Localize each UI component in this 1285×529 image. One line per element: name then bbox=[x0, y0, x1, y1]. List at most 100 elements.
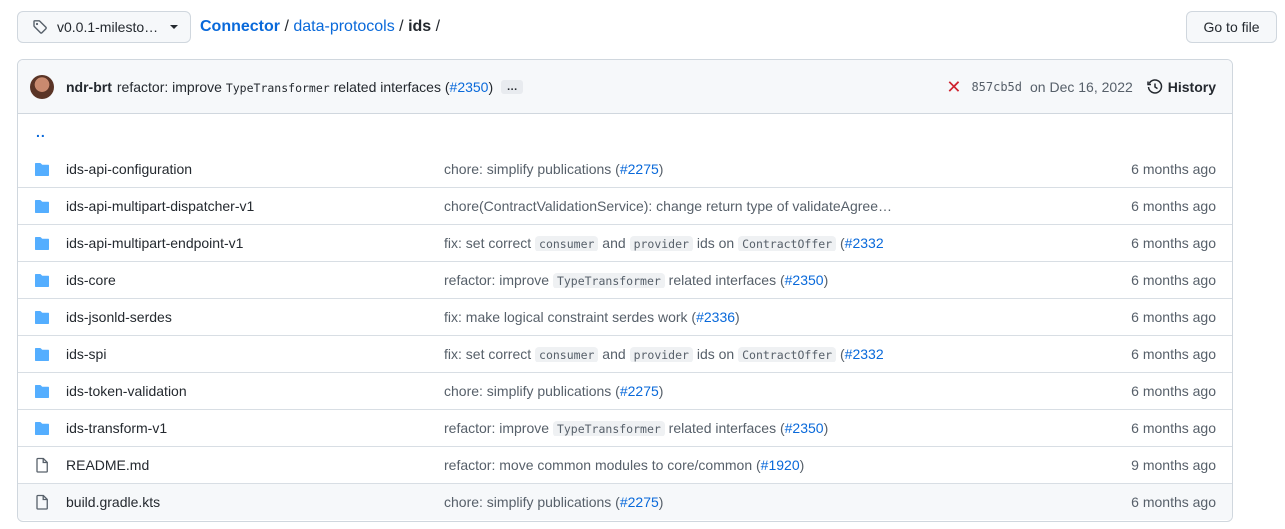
file-commit-age[interactable]: 6 months ago bbox=[1131, 420, 1216, 436]
breadcrumb-folder-link[interactable]: data-protocols bbox=[293, 18, 394, 36]
commit-message-text: chore: simplify publications ( bbox=[444, 383, 620, 399]
commit-author-link[interactable]: ndr-brt bbox=[66, 79, 112, 95]
commit-message-code: consumer bbox=[535, 236, 599, 251]
file-commit-message[interactable]: fix: set correct consumer and provider i… bbox=[444, 235, 904, 251]
commit-message-text: ) bbox=[658, 160, 664, 177]
commit-message-text: ( bbox=[836, 235, 845, 251]
file-commit-message[interactable]: refactor: move common modules to core/co… bbox=[444, 457, 904, 473]
file-row[interactable]: ids-api-multipart-endpoint-v1 fix: set co… bbox=[18, 224, 1232, 261]
commit-pr-link[interactable]: #2332 bbox=[845, 235, 884, 251]
file-commit-age[interactable]: 6 months ago bbox=[1131, 272, 1216, 288]
commit-message-text: ) bbox=[658, 383, 664, 399]
commit-message-text: fix: set correct bbox=[444, 235, 536, 251]
file-name-link[interactable]: ids-api-configuration bbox=[66, 161, 444, 177]
file-row[interactable]: build.gradle.kts chore: simplify publicat… bbox=[18, 483, 1232, 520]
commit-pr-link[interactable]: #2275 bbox=[620, 494, 659, 510]
commit-pr-link[interactable]: #2350 bbox=[450, 79, 489, 95]
file-name-link[interactable]: ids-token-validation bbox=[66, 383, 444, 399]
expand-commit-message-button[interactable]: … bbox=[501, 79, 524, 94]
file-commit-message[interactable]: chore: simplify publications (#2275) bbox=[444, 494, 904, 510]
commit-pr-link[interactable]: #2332 bbox=[845, 346, 884, 362]
repo-topbar: v0.0.1-milesto… Connector / data-protoco… bbox=[17, 11, 1277, 43]
commit-message-text: chore: simplify publications ( bbox=[444, 494, 620, 510]
history-link[interactable]: History bbox=[1147, 79, 1216, 95]
file-commit-age[interactable]: 6 months ago bbox=[1131, 235, 1216, 251]
commit-message-text: and bbox=[598, 346, 630, 362]
commit-message-code: ContractOffer bbox=[738, 236, 837, 251]
file-icon bbox=[34, 457, 50, 473]
commit-pr-link[interactable]: #2336 bbox=[696, 309, 735, 325]
folder-icon bbox=[34, 383, 50, 399]
avatar[interactable] bbox=[30, 74, 54, 99]
commit-pr-link[interactable]: #1920 bbox=[761, 457, 800, 473]
file-icon bbox=[34, 494, 50, 510]
go-to-file-button[interactable]: Go to file bbox=[1186, 11, 1277, 43]
file-commit-age[interactable]: 6 months ago bbox=[1131, 161, 1216, 177]
file-commit-message[interactable]: refactor: improve TypeTransformer relate… bbox=[444, 420, 904, 436]
commit-pr-link[interactable]: #2350 bbox=[785, 420, 824, 436]
file-name-link[interactable]: ids-core bbox=[66, 272, 444, 288]
parent-directory-link[interactable]: .. bbox=[36, 124, 46, 140]
file-row[interactable]: ids-core refactor: improve TypeTransforme… bbox=[18, 261, 1232, 298]
breadcrumb-repo-link[interactable]: Connector bbox=[200, 18, 280, 36]
branch-selector-button[interactable]: v0.0.1-milesto… bbox=[17, 11, 191, 43]
file-commit-age[interactable]: 6 months ago bbox=[1131, 494, 1216, 510]
file-row[interactable]: ids-token-validation chore: simplify publ… bbox=[18, 372, 1232, 409]
latest-commit-bar: ndr-brt refactor: improve TypeTransforme… bbox=[18, 60, 1232, 114]
file-commit-age[interactable]: 6 months ago bbox=[1131, 383, 1216, 399]
commit-message-code: TypeTransformer bbox=[552, 421, 665, 436]
file-list: ids-api-configuration chore: simplify pub… bbox=[18, 150, 1232, 520]
folder-icon bbox=[34, 346, 50, 362]
file-name-link[interactable]: ids-spi bbox=[66, 346, 444, 362]
commit-message-text: related interfaces ( bbox=[329, 78, 450, 95]
commit-message-text: and bbox=[598, 235, 630, 251]
file-name-link[interactable]: ids-api-multipart-endpoint-v1 bbox=[66, 235, 444, 251]
commit-message-text: ) bbox=[799, 457, 805, 473]
commit-message-code: provider bbox=[629, 347, 693, 362]
file-commit-age[interactable]: 6 months ago bbox=[1131, 309, 1216, 325]
file-row[interactable]: ids-api-multipart-dispatcher-v1 chore(Con… bbox=[18, 187, 1232, 224]
commit-pr-link[interactable]: #2275 bbox=[620, 161, 659, 177]
file-commit-message[interactable]: fix: make logical constraint serdes work… bbox=[444, 309, 904, 325]
file-name-link[interactable]: build.gradle.kts bbox=[66, 494, 444, 510]
file-commit-message[interactable]: refactor: improve TypeTransformer relate… bbox=[444, 272, 904, 288]
commit-message-text: chore: simplify publications ( bbox=[444, 160, 620, 177]
file-name-link[interactable]: ids-api-multipart-dispatcher-v1 bbox=[66, 198, 444, 214]
file-commit-age[interactable]: 6 months ago bbox=[1131, 198, 1216, 214]
commit-pr-link[interactable]: #2350 bbox=[785, 272, 824, 288]
commit-message-code: provider bbox=[629, 236, 693, 251]
commit-message[interactable]: refactor: improve TypeTransformer relate… bbox=[117, 79, 493, 95]
commit-sha-link[interactable]: 857cb5d bbox=[971, 80, 1022, 94]
file-commit-age[interactable]: 9 months ago bbox=[1131, 457, 1216, 473]
status-fail-icon[interactable]: ✕ bbox=[946, 78, 961, 96]
commit-message-code: ContractOffer bbox=[738, 347, 837, 362]
commit-message-text: ids on bbox=[692, 346, 739, 362]
parent-directory-row[interactable]: .. bbox=[18, 114, 1232, 150]
file-commit-age[interactable]: 6 months ago bbox=[1131, 346, 1216, 362]
file-name-link[interactable]: README.md bbox=[66, 457, 444, 473]
commit-message-text: ) bbox=[823, 272, 829, 288]
file-row[interactable]: ids-spi fix: set correct consumer and pro… bbox=[18, 335, 1232, 372]
file-row[interactable]: ids-api-configuration chore: simplify pub… bbox=[18, 150, 1232, 187]
file-name-link[interactable]: ids-jsonld-serdes bbox=[66, 309, 444, 325]
folder-icon bbox=[34, 272, 50, 288]
commit-message-text: refactor: move common modules to core/co… bbox=[444, 457, 761, 473]
commit-message-code: TypeTransformer bbox=[225, 80, 330, 95]
folder-icon bbox=[34, 161, 50, 177]
file-row[interactable]: ids-transform-v1 refactor: improve TypeTr… bbox=[18, 409, 1232, 446]
history-label: History bbox=[1167, 78, 1216, 95]
commit-message-text: ) bbox=[735, 309, 740, 325]
file-commit-message[interactable]: chore: simplify publications (#2275) bbox=[444, 383, 904, 399]
file-commit-message[interactable]: chore(ContractValidationService): change… bbox=[444, 198, 904, 214]
commit-pr-link[interactable]: #2275 bbox=[620, 383, 659, 399]
file-row[interactable]: README.md refactor: move common modules t… bbox=[18, 446, 1232, 483]
file-commit-message[interactable]: fix: set correct consumer and provider i… bbox=[444, 346, 904, 362]
tag-icon bbox=[32, 18, 50, 36]
file-name-link[interactable]: ids-transform-v1 bbox=[66, 420, 444, 436]
file-row[interactable]: ids-jsonld-serdes fix: make logical const… bbox=[18, 298, 1232, 335]
file-commit-message[interactable]: chore: simplify publications (#2275) bbox=[444, 161, 904, 177]
branch-label: v0.0.1-milesto… bbox=[57, 19, 159, 35]
commit-message-text: ( bbox=[836, 346, 845, 362]
commit-message-text: ids on bbox=[692, 235, 739, 251]
breadcrumb: Connector / data-protocols / ids / bbox=[200, 18, 440, 36]
